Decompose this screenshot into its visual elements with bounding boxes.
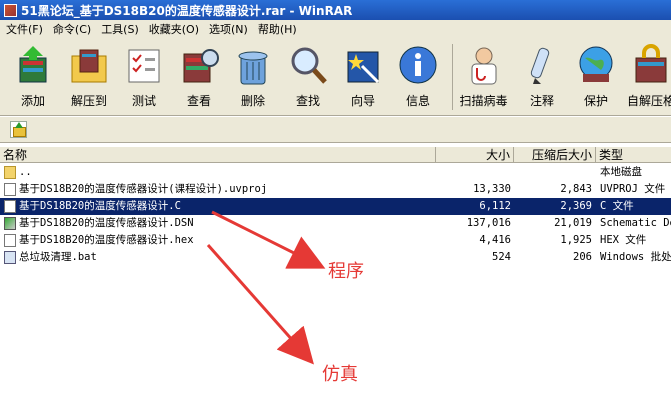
annotation-arrows: [206, 210, 326, 365]
arrow-to-simulation: [206, 244, 314, 365]
annotation-program: 程序: [328, 261, 364, 282]
annotation-simulation: 仿真: [322, 364, 358, 385]
arrow-to-program: [211, 210, 326, 269]
